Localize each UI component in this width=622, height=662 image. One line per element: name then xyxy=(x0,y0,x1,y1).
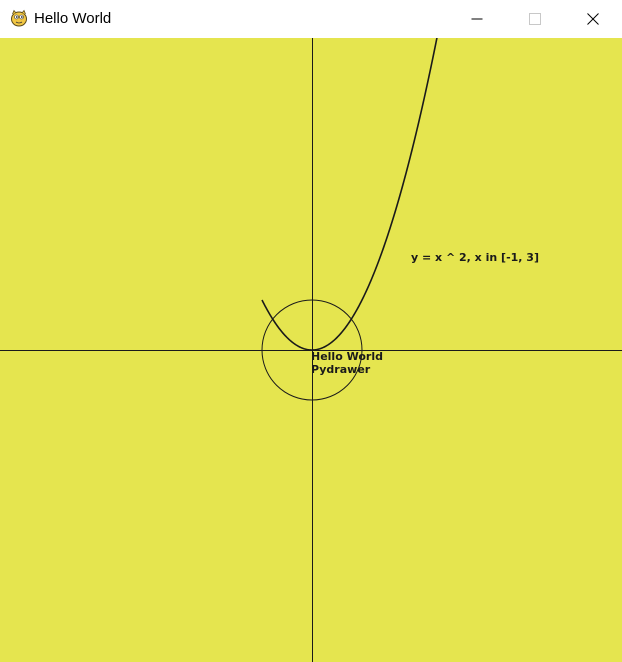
maximize-icon xyxy=(529,13,541,25)
minimize-icon xyxy=(471,18,483,20)
origin-label-hello: Hello World xyxy=(311,350,383,363)
origin-label-pydrawer: Pydrawer xyxy=(311,363,371,376)
app-window: Hello World y = x ^ 2, x in [-1, 3] Hell… xyxy=(0,0,622,662)
close-icon xyxy=(587,13,599,25)
drawing-canvas[interactable]: y = x ^ 2, x in [-1, 3] Hello World Pydr… xyxy=(0,38,622,662)
window-title: Hello World xyxy=(34,10,112,27)
title-bar[interactable]: Hello World xyxy=(0,0,622,38)
minimize-button[interactable] xyxy=(454,0,500,38)
python-icon xyxy=(11,9,27,27)
close-button[interactable] xyxy=(570,0,616,38)
equation-label: y = x ^ 2, x in [-1, 3] xyxy=(411,251,539,264)
maximize-button[interactable] xyxy=(512,0,558,38)
